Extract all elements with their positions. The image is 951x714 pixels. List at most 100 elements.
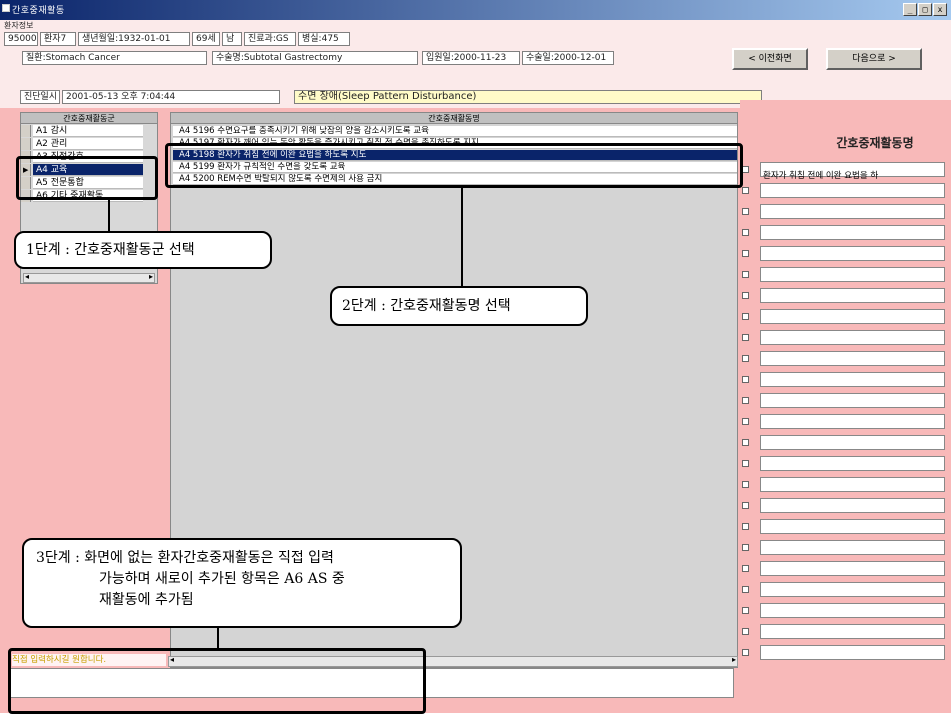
activity-checkbox[interactable] bbox=[742, 481, 749, 488]
close-button[interactable]: x bbox=[933, 3, 947, 16]
selected-activity-line[interactable] bbox=[760, 456, 945, 471]
activity-checkbox[interactable] bbox=[742, 229, 749, 236]
patient-info-label: 환자정보 bbox=[4, 21, 34, 30]
scroll-left-icon[interactable]: ◂ bbox=[25, 272, 29, 281]
highlight-direct-input bbox=[8, 648, 426, 714]
selected-activity-line[interactable] bbox=[760, 498, 945, 513]
group-list-header: 간호중재활동군 bbox=[21, 113, 157, 124]
activity-checkbox[interactable] bbox=[742, 166, 749, 173]
selected-activity-line[interactable] bbox=[760, 351, 945, 366]
scroll-right-icon[interactable]: ▸ bbox=[732, 655, 736, 664]
assess-datetime-field: 2001-05-13 오후 7:04:44 bbox=[62, 90, 280, 104]
selected-activity-line[interactable] bbox=[760, 477, 945, 492]
selected-activity-line[interactable] bbox=[760, 288, 945, 303]
activity-checkbox[interactable] bbox=[742, 355, 749, 362]
activity-checkbox[interactable] bbox=[742, 313, 749, 320]
birthdate-field: 생년월일:1932-01-01 bbox=[78, 32, 190, 46]
diagnosis-value: Stomach Cancer bbox=[45, 53, 120, 63]
selected-activity-line[interactable] bbox=[760, 414, 945, 429]
selected-activity-line[interactable] bbox=[760, 372, 945, 387]
activity-checkbox[interactable] bbox=[742, 628, 749, 635]
admit-value: 2000-11-23 bbox=[453, 53, 507, 63]
age-field: 69세 bbox=[192, 32, 220, 46]
selected-activity-line[interactable] bbox=[760, 519, 945, 534]
nursing-intervention-window: 간호중재활동 _ □ x 환자정보 950007 환자7 생년월일:1932-0… bbox=[0, 0, 951, 714]
op-date-field: 수술일:2000-12-01 bbox=[522, 51, 614, 65]
selected-activity-line[interactable] bbox=[760, 246, 945, 261]
minimize-button[interactable]: _ bbox=[903, 3, 917, 16]
surgery-value: Subtotal Gastrectomy bbox=[243, 53, 343, 63]
room-field: 병실:475 bbox=[298, 32, 350, 46]
prev-screen-button[interactable]: < 이전화면 bbox=[732, 48, 808, 70]
nursing-diagnosis-field: 수면 장애(Sleep Pattern Disturbance) bbox=[294, 90, 762, 104]
group-item-a1[interactable]: A1 감시 bbox=[21, 125, 157, 137]
activity-checkbox[interactable] bbox=[742, 439, 749, 446]
sex-field: 남 bbox=[222, 32, 242, 46]
op-value: 2000-12-01 bbox=[553, 53, 607, 63]
selected-activity-line[interactable]: 환자가 취침 전에 이완 요법을 하 bbox=[760, 162, 945, 181]
selected-activity-line[interactable] bbox=[760, 183, 945, 198]
group-list-scrollbar[interactable]: ◂ ▸ bbox=[23, 272, 155, 283]
op-label: 수술일 bbox=[526, 53, 551, 63]
selected-activity-line[interactable] bbox=[760, 267, 945, 282]
activity-checkbox[interactable] bbox=[742, 523, 749, 530]
callout-step2: 2단계 : 간호중재활동명 선택 bbox=[330, 286, 588, 326]
selected-activity-line[interactable] bbox=[760, 540, 945, 555]
selected-activity-line[interactable] bbox=[760, 645, 945, 660]
app-icon bbox=[2, 4, 10, 12]
connector-line-2 bbox=[461, 188, 463, 286]
selected-activity-line[interactable] bbox=[760, 393, 945, 408]
selected-activity-line[interactable] bbox=[760, 225, 945, 240]
selected-activity-line[interactable] bbox=[760, 603, 945, 618]
group-item-a2[interactable]: A2 관리 bbox=[21, 138, 157, 150]
next-screen-button[interactable]: 다음으로 > bbox=[826, 48, 922, 70]
selected-activity-line[interactable] bbox=[760, 624, 945, 639]
connector-line-1 bbox=[108, 200, 110, 232]
activity-checkbox[interactable] bbox=[742, 271, 749, 278]
scroll-right-icon[interactable]: ▸ bbox=[149, 272, 153, 281]
admit-label: 입원일 bbox=[426, 53, 451, 63]
selected-activity-line[interactable] bbox=[760, 309, 945, 324]
window-title: 간호중재활동 bbox=[12, 6, 65, 16]
callout-step3: 3단계 : 화면에 없는 환자간호중재활동은 직접 입력 가능하며 새로이 추가… bbox=[22, 538, 462, 628]
selected-activity-text: 환자가 취침 전에 이완 요법을 하 bbox=[763, 171, 879, 181]
activity-checkbox[interactable] bbox=[742, 544, 749, 551]
selected-activity-line[interactable] bbox=[760, 330, 945, 345]
title-bar: 간호중재활동 _ □ x bbox=[0, 0, 951, 20]
highlight-group-selection bbox=[16, 156, 158, 200]
patient-id-field: 950007 bbox=[4, 32, 38, 46]
selected-activity-line[interactable] bbox=[760, 435, 945, 450]
selected-activity-line[interactable] bbox=[760, 582, 945, 597]
callout-step1: 1단계 : 간호중재활동군 선택 bbox=[14, 231, 272, 269]
surgery-field: 수술명:Subtotal Gastrectomy bbox=[212, 51, 418, 65]
selected-activity-line[interactable] bbox=[760, 204, 945, 219]
activity-checkbox[interactable] bbox=[742, 208, 749, 215]
activity-checkbox[interactable] bbox=[742, 397, 749, 404]
patient-name-field: 환자7 bbox=[40, 32, 76, 46]
activity-checkbox[interactable] bbox=[742, 292, 749, 299]
assess-datetime-label: 진단일시 bbox=[20, 90, 60, 104]
activity-list-header: 간호중재활동명 bbox=[171, 113, 737, 124]
selected-activity-line[interactable] bbox=[760, 561, 945, 576]
admit-date-field: 입원일:2000-11-23 bbox=[422, 51, 520, 65]
activity-checkbox[interactable] bbox=[742, 565, 749, 572]
selected-activities-panel: 간호중재활동명 환자가 취침 전에 이완 요법을 하 bbox=[740, 100, 951, 713]
activity-checkbox[interactable] bbox=[742, 250, 749, 257]
department-field: 진료과:GS bbox=[244, 32, 296, 46]
highlight-activity-selection bbox=[165, 143, 743, 188]
activity-checkbox[interactable] bbox=[742, 460, 749, 467]
diagnosis-label: 질환 bbox=[26, 53, 43, 63]
activity-checkbox[interactable] bbox=[742, 334, 749, 341]
activity-checkbox[interactable] bbox=[742, 607, 749, 614]
maximize-button[interactable]: □ bbox=[918, 3, 932, 16]
activity-checkbox[interactable] bbox=[742, 418, 749, 425]
activity-row[interactable]: A4 5196 수면요구를 충족시키기 위해 낮잠의 양을 감소시키도록 교육 bbox=[173, 126, 737, 137]
activity-checkbox[interactable] bbox=[742, 376, 749, 383]
right-panel-title: 간호중재활동명 bbox=[836, 136, 914, 150]
activity-checkbox[interactable] bbox=[742, 586, 749, 593]
activity-checkbox[interactable] bbox=[742, 502, 749, 509]
diagnosis-field: 질환:Stomach Cancer bbox=[22, 51, 207, 65]
activity-checkbox[interactable] bbox=[742, 187, 749, 194]
activity-checkbox[interactable] bbox=[742, 649, 749, 656]
connector-line-3 bbox=[217, 627, 219, 649]
